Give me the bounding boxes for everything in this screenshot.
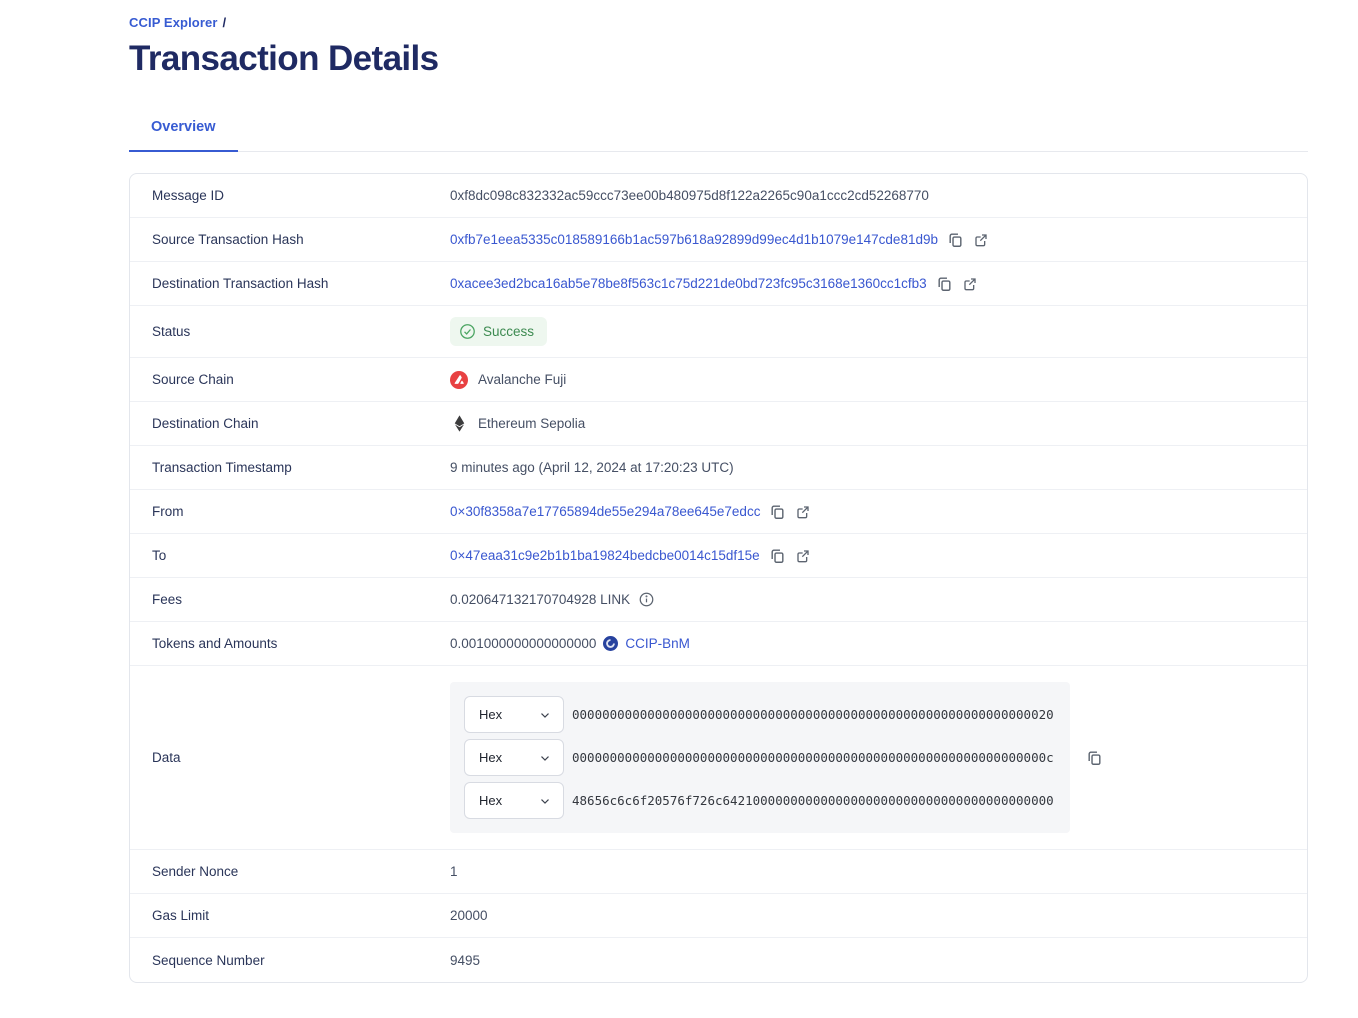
row-label: Tokens and Amounts xyxy=(152,636,450,651)
data-hex-value: 48656c6c6f20576f726c64210000000000000000… xyxy=(572,793,1054,808)
row-gas-limit: Gas Limit 20000 xyxy=(130,894,1307,938)
copy-icon[interactable] xyxy=(769,547,786,564)
data-hex-line: Hex 000000000000000000000000000000000000… xyxy=(464,696,1058,733)
avalanche-icon xyxy=(450,371,468,389)
copy-icon[interactable] xyxy=(936,275,953,292)
status-badge-label: Success xyxy=(483,324,534,339)
copy-icon[interactable] xyxy=(1086,749,1103,766)
chevron-down-icon xyxy=(538,708,552,722)
copy-icon[interactable] xyxy=(947,231,964,248)
row-status: Status Success xyxy=(130,306,1307,358)
status-badge: Success xyxy=(450,317,547,346)
timestamp-value: 9 minutes ago (April 12, 2024 at 17:20:2… xyxy=(450,460,734,475)
sender-nonce-value: 1 xyxy=(450,864,458,879)
row-label: Status xyxy=(152,324,450,339)
row-message-id: Message ID 0xf8dc098c832332ac59ccc73ee00… xyxy=(130,174,1307,218)
ccip-bnm-token-icon xyxy=(603,636,618,651)
row-label: Transaction Timestamp xyxy=(152,460,450,475)
row-label: Fees xyxy=(152,592,450,607)
data-format-select[interactable]: Hex xyxy=(464,696,564,733)
chevron-down-icon xyxy=(538,751,552,765)
row-label: From xyxy=(152,504,450,519)
fees-value: 0.020647132170704928 LINK xyxy=(450,592,630,607)
copy-icon[interactable] xyxy=(769,503,786,520)
row-label: To xyxy=(152,548,450,563)
row-label: Destination Chain xyxy=(152,416,450,431)
token-amount: 0.001000000000000000 xyxy=(450,636,596,651)
ethereum-icon xyxy=(450,415,468,432)
from-address-link[interactable]: 0×30f8358a7e17765894de55e294a78ee645e7ed… xyxy=(450,504,760,519)
sequence-number-value: 9495 xyxy=(450,953,480,968)
row-source-tx-hash: Source Transaction Hash 0xfb7e1eea5335c0… xyxy=(130,218,1307,262)
row-label: Destination Transaction Hash xyxy=(152,276,450,291)
row-label: Source Chain xyxy=(152,372,450,387)
breadcrumb-separator: / xyxy=(222,15,226,30)
breadcrumb: CCIP Explorer / xyxy=(129,0,1308,30)
data-format-label: Hex xyxy=(479,793,502,808)
row-to: To 0×47eaa31c9e2b1b1ba19824bedcbe0014c15… xyxy=(130,534,1307,578)
row-label: Data xyxy=(152,750,450,765)
check-circle-icon xyxy=(459,323,476,340)
row-label: Sender Nonce xyxy=(152,864,450,879)
row-dest-tx-hash: Destination Transaction Hash 0xacee3ed2b… xyxy=(130,262,1307,306)
external-link-icon[interactable] xyxy=(795,504,811,520)
data-hex-value: 0000000000000000000000000000000000000000… xyxy=(572,750,1054,765)
dest-chain-name: Ethereum Sepolia xyxy=(478,416,585,431)
row-tokens-and-amounts: Tokens and Amounts 0.001000000000000000 … xyxy=(130,622,1307,666)
row-label: Gas Limit xyxy=(152,908,450,923)
transaction-details-card: Message ID 0xf8dc098c832332ac59ccc73ee00… xyxy=(129,173,1308,983)
gas-limit-value: 20000 xyxy=(450,908,488,923)
row-dest-chain: Destination Chain Ethereum Sepolia xyxy=(130,402,1307,446)
row-timestamp: Transaction Timestamp 9 minutes ago (Apr… xyxy=(130,446,1307,490)
row-data: Data Hex 0000000000000000000000000000000… xyxy=(130,666,1307,850)
data-hex-value: 0000000000000000000000000000000000000000… xyxy=(572,707,1054,722)
to-address-link[interactable]: 0×47eaa31c9e2b1b1ba19824bedcbe0014c15df1… xyxy=(450,548,760,563)
dest-tx-hash-link[interactable]: 0xacee3ed2bca16ab5e78be8f563c1c75d221de0… xyxy=(450,276,927,291)
page-title: Transaction Details xyxy=(129,39,1308,79)
row-label: Source Transaction Hash xyxy=(152,232,450,247)
row-source-chain: Source Chain Avalanche Fuji xyxy=(130,358,1307,402)
message-id-value: 0xf8dc098c832332ac59ccc73ee00b480975d8f1… xyxy=(450,188,929,203)
external-link-icon[interactable] xyxy=(962,276,978,292)
data-hex-viewer: Hex 000000000000000000000000000000000000… xyxy=(450,682,1070,833)
data-format-select[interactable]: Hex xyxy=(464,739,564,776)
row-label: Sequence Number xyxy=(152,953,450,968)
tab-bar: Overview xyxy=(129,118,1308,152)
token-name-link[interactable]: CCIP-BnM xyxy=(625,636,690,651)
page-container: CCIP Explorer / Transaction Details Overv… xyxy=(129,0,1308,983)
tab-overview[interactable]: Overview xyxy=(129,119,238,152)
row-fees: Fees 0.020647132170704928 LINK xyxy=(130,578,1307,622)
data-format-select[interactable]: Hex xyxy=(464,782,564,819)
source-chain-name: Avalanche Fuji xyxy=(478,372,566,387)
data-hex-line: Hex 000000000000000000000000000000000000… xyxy=(464,739,1058,776)
source-tx-hash-link[interactable]: 0xfb7e1eea5335c018589166b1ac597b618a9289… xyxy=(450,232,938,247)
info-icon[interactable] xyxy=(639,592,654,607)
external-link-icon[interactable] xyxy=(973,232,989,248)
data-format-label: Hex xyxy=(479,750,502,765)
data-hex-line: Hex 48656c6c6f20576f726c6421000000000000… xyxy=(464,782,1058,819)
chevron-down-icon xyxy=(538,794,552,808)
row-sequence-number: Sequence Number 9495 xyxy=(130,938,1307,982)
breadcrumb-link-ccip-explorer[interactable]: CCIP Explorer xyxy=(129,15,217,30)
row-from: From 0×30f8358a7e17765894de55e294a78ee64… xyxy=(130,490,1307,534)
row-label: Message ID xyxy=(152,188,450,203)
data-format-label: Hex xyxy=(479,707,502,722)
row-sender-nonce: Sender Nonce 1 xyxy=(130,850,1307,894)
external-link-icon[interactable] xyxy=(795,548,811,564)
